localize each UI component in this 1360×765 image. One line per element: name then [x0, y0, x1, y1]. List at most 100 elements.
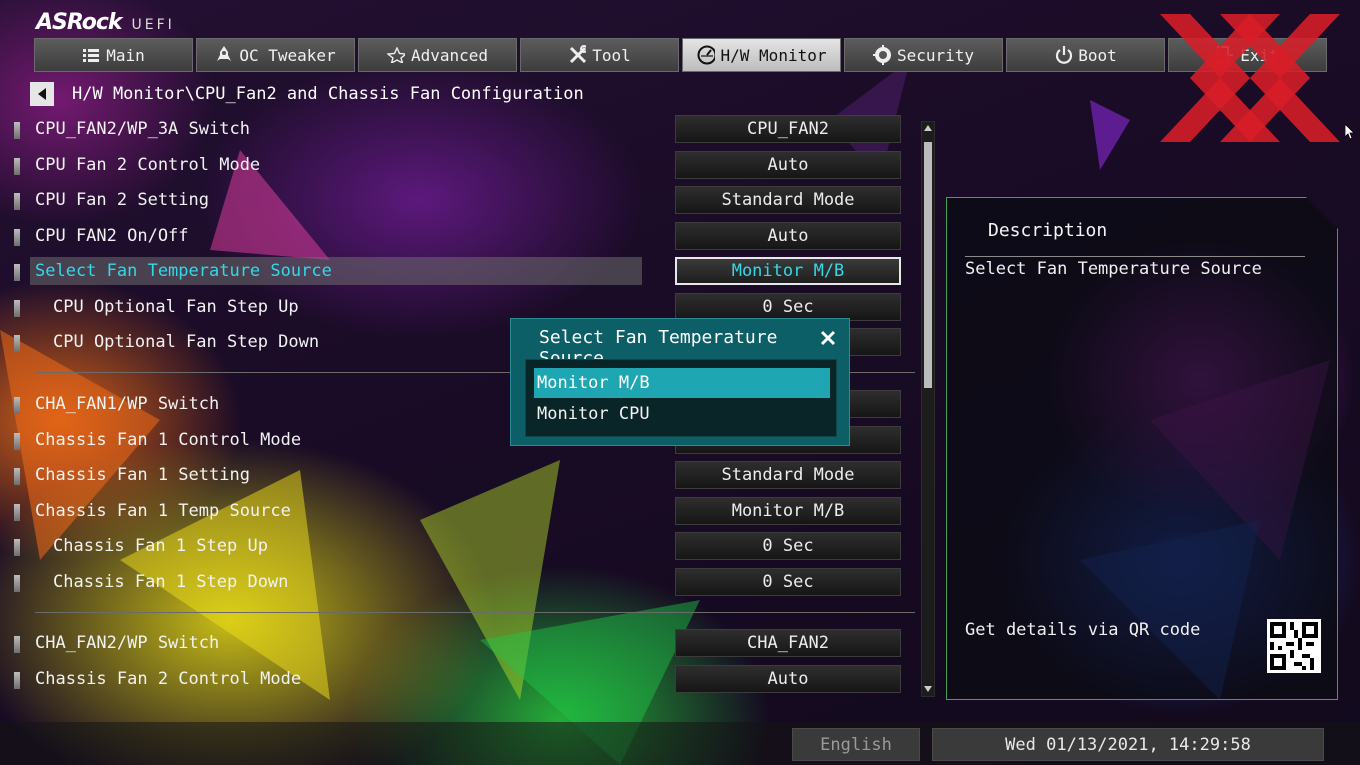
power-icon	[1054, 46, 1073, 64]
tab-security[interactable]: Security	[844, 38, 1003, 72]
breadcrumb-path: H/W Monitor\CPU_Fan2 and Chassis Fan Con…	[72, 84, 584, 104]
section-divider	[35, 612, 915, 613]
list-icon	[82, 46, 100, 64]
setting-value-button[interactable]: 0 Sec	[675, 568, 901, 596]
language-button[interactable]: English	[792, 728, 920, 761]
tab-hw-monitor[interactable]: H/W Monitor	[682, 38, 841, 72]
setting-label: Chassis Fan 1 Step Down	[53, 572, 289, 592]
row-marker	[14, 229, 20, 246]
row-marker	[14, 122, 20, 139]
row-marker	[14, 335, 20, 352]
setting-label: Chassis Fan 1 Control Mode	[35, 430, 302, 450]
setting-row-cpu-fan2-control-mode[interactable]: CPU Fan 2 Control Mode Auto	[0, 151, 920, 181]
row-marker	[14, 300, 20, 317]
monitor-gauge-icon	[697, 45, 715, 65]
tab-label: Security	[896, 45, 975, 65]
setting-row-cpu-fan2-setting[interactable]: CPU Fan 2 Setting Standard Mode	[0, 186, 920, 216]
dialog-options: Monitor M/B Monitor CPU	[525, 359, 837, 437]
qr-code-icon	[1267, 619, 1321, 673]
setting-row-chassis-fan1-setting[interactable]: Chassis Fan 1 Setting Standard Mode	[0, 461, 920, 491]
setting-value-button[interactable]: CHA_FAN2	[675, 629, 901, 657]
setting-value-button[interactable]: CPU_FAN2	[675, 115, 901, 143]
description-divider	[965, 256, 1305, 257]
setting-value-button[interactable]: Standard Mode	[675, 461, 901, 489]
tools-icon	[568, 45, 587, 64]
datetime-display: Wed 01/13/2021, 14:29:58	[932, 728, 1324, 761]
scrollbar-thumb[interactable]	[924, 142, 932, 388]
setting-label: CPU Fan 2 Setting	[35, 190, 209, 210]
tab-label: Main	[106, 45, 145, 65]
setting-label: CPU Optional Fan Step Down	[53, 332, 320, 352]
tab-label: Tool	[592, 45, 631, 65]
row-marker	[14, 504, 20, 521]
setting-value-button[interactable]: Standard Mode	[675, 186, 901, 214]
setting-row-chassis-fan1-step-down[interactable]: Chassis Fan 1 Step Down 0 Sec	[0, 568, 920, 598]
setting-label: Select Fan Temperature Source	[35, 261, 332, 281]
mouse-cursor-icon	[1345, 124, 1355, 140]
footer-bar: English Wed 01/13/2021, 14:29:58	[0, 722, 1360, 765]
row-marker	[14, 158, 20, 175]
description-text: Select Fan Temperature Source	[965, 259, 1262, 279]
option-monitor-cpu[interactable]: Monitor CPU	[534, 399, 830, 429]
tab-label: Boot	[1078, 45, 1117, 65]
fan-temp-source-dialog: Select Fan Temperature Source Monitor M/…	[510, 318, 850, 446]
setting-value-button[interactable]: Auto	[675, 665, 901, 693]
scroll-up-icon[interactable]	[923, 123, 933, 133]
scroll-down-icon[interactable]	[923, 684, 933, 694]
tab-oc-tweaker[interactable]: OC Tweaker	[196, 38, 355, 72]
setting-label: Chassis Fan 2 Control Mode	[35, 669, 302, 689]
tab-main[interactable]: Main	[34, 38, 193, 72]
setting-row-chassis-fan2-control-mode[interactable]: Chassis Fan 2 Control Mode Auto	[0, 665, 920, 695]
setting-row-cpu-fan2-switch[interactable]: CPU_FAN2/WP_3A Switch CPU_FAN2	[0, 115, 920, 145]
setting-value-button[interactable]: Monitor M/B	[675, 257, 901, 285]
row-marker	[14, 397, 20, 414]
setting-label: Chassis Fan 1 Step Up	[53, 536, 268, 556]
setting-label: Chassis Fan 1 Temp Source	[35, 501, 291, 521]
logo-sub: UEFI	[131, 17, 175, 33]
setting-label: CHA_FAN1/WP Switch	[35, 394, 220, 414]
setting-row-chassis-fan1-temp-source[interactable]: Chassis Fan 1 Temp Source Monitor M/B	[0, 497, 920, 527]
row-marker	[14, 433, 20, 450]
shield-gear-icon	[872, 45, 891, 65]
setting-row-fan-temp-source[interactable]: Select Fan Temperature Source Monitor M/…	[0, 257, 920, 287]
description-panel: Description Select Fan Temperature Sourc…	[946, 197, 1338, 700]
setting-value-button[interactable]: 0 Sec	[675, 532, 901, 560]
setting-value-button[interactable]: Monitor M/B	[675, 497, 901, 525]
setting-value-button[interactable]: 0 Sec	[675, 293, 901, 321]
row-marker	[14, 193, 20, 210]
setting-label: CHA_FAN2/WP Switch	[35, 633, 220, 653]
qr-code-label: Get details via QR code	[965, 620, 1201, 640]
setting-row-chassis-fan1-step-up[interactable]: Chassis Fan 1 Step Up 0 Sec	[0, 532, 920, 562]
main-nav: Main OC Tweaker Advanced Tool H/W Monito…	[34, 38, 1327, 72]
option-monitor-mb[interactable]: Monitor M/B	[534, 368, 830, 398]
row-marker	[14, 636, 20, 653]
setting-value-button[interactable]: Auto	[675, 151, 901, 179]
tab-label: OC Tweaker	[239, 45, 336, 65]
watermark-xx-logo	[1160, 14, 1340, 142]
rocket-icon	[215, 46, 233, 64]
asrock-logo: ASRock UEFI	[36, 10, 175, 36]
breadcrumb: H/W Monitor\CPU_Fan2 and Chassis Fan Con…	[30, 82, 584, 106]
tab-label: H/W Monitor	[720, 45, 827, 65]
setting-label: CPU FAN2 On/Off	[35, 226, 189, 246]
row-marker	[14, 539, 20, 556]
setting-label: Chassis Fan 1 Setting	[35, 465, 250, 485]
tab-label: Advanced	[410, 45, 489, 65]
setting-row-cha-fan2-switch[interactable]: CHA_FAN2/WP Switch CHA_FAN2	[0, 629, 920, 659]
setting-label: CPU Fan 2 Control Mode	[35, 155, 261, 175]
setting-label: CPU_FAN2/WP_3A Switch	[35, 119, 250, 139]
setting-label: CPU Optional Fan Step Up	[53, 297, 299, 317]
tab-tool[interactable]: Tool	[520, 38, 679, 72]
row-marker	[14, 575, 20, 592]
close-icon[interactable]	[817, 327, 839, 349]
setting-value-button[interactable]: Auto	[675, 222, 901, 250]
star-icon	[386, 46, 405, 64]
description-title: Description	[988, 220, 1108, 241]
setting-row-cpu-fan2-onoff[interactable]: CPU FAN2 On/Off Auto	[0, 222, 920, 252]
tab-boot[interactable]: Boot	[1006, 38, 1165, 72]
row-marker	[14, 264, 20, 281]
settings-scrollbar[interactable]	[921, 121, 935, 697]
back-button[interactable]	[30, 82, 54, 106]
arrow-left-icon	[38, 88, 46, 100]
tab-advanced[interactable]: Advanced	[358, 38, 517, 72]
